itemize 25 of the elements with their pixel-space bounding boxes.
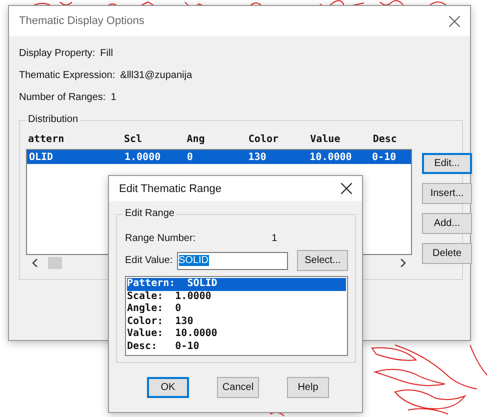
info-label: Display Property:	[19, 48, 96, 58]
column-header: Scl	[124, 134, 144, 144]
group-title: Distribution	[26, 114, 80, 125]
table-cell-text: OLID	[29, 152, 54, 162]
field-label: Range Number:	[125, 233, 196, 244]
info-label: Number of Ranges:	[19, 92, 106, 102]
field-label: Edit Value:	[125, 255, 174, 266]
column-header: Desc	[372, 134, 398, 144]
column-header: Value	[310, 134, 342, 144]
range-number-value: 1	[272, 233, 278, 244]
info-value: &lll31@zupanija	[120, 70, 192, 80]
info-value: 1	[110, 92, 116, 102]
column-header: Ang	[186, 134, 206, 144]
window-title: Thematic Display Options	[19, 15, 144, 27]
group-title: Edit Range	[123, 208, 176, 219]
info-value: Fill	[100, 48, 113, 58]
table-cell-text: 1.0000	[124, 152, 162, 162]
info-label: Thematic Expression:	[19, 70, 116, 80]
column-header: attern	[28, 134, 66, 144]
table-cell-text: 130	[248, 152, 268, 162]
table-cell-text: 10.0000	[310, 152, 353, 162]
column-header: Color	[248, 134, 280, 144]
window-title: Edit Thematic Range	[119, 182, 222, 194]
table-cell-text: 0	[186, 152, 194, 162]
table-cell-text: 0-10	[372, 152, 398, 162]
